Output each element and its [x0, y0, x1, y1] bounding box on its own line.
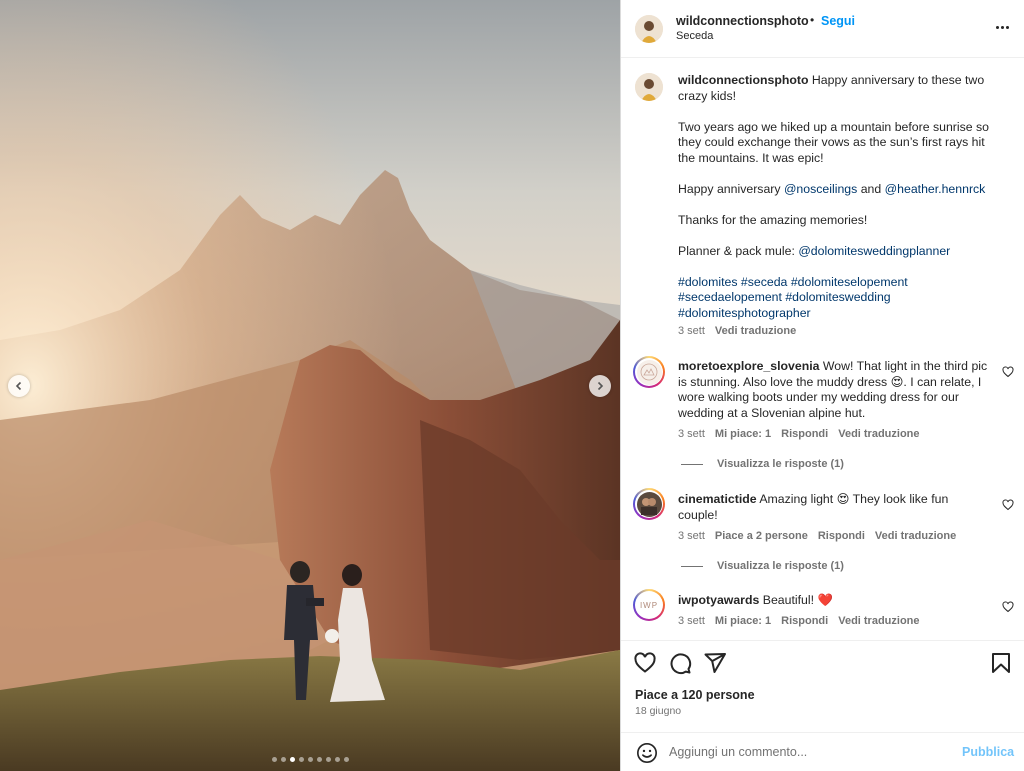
view-replies-button[interactable]: Visualizza le risposte (1): [681, 560, 844, 572]
post-date[interactable]: 18 giugno: [635, 705, 681, 717]
comment-username[interactable]: cinematictide: [678, 492, 757, 506]
comment-like-heart-icon[interactable]: [1002, 601, 1014, 613]
view-replies-label: Visualizza le risposte (1): [717, 560, 844, 572]
comment-bubble-icon[interactable]: [668, 651, 692, 675]
more-options-button[interactable]: [993, 18, 1011, 36]
comment-username[interactable]: moretoexplore_slovenia: [678, 359, 819, 373]
follow-button[interactable]: Segui: [821, 14, 855, 28]
author-username[interactable]: wildconnectionsphoto: [676, 14, 809, 28]
caption-paragraph-2: Two years ago we hiked up a mountain bef…: [678, 119, 990, 165]
chevron-left-icon: [15, 381, 22, 391]
comment-text: Beautiful! ❤️: [762, 593, 833, 607]
likes-count[interactable]: Piace a 120 persone: [635, 688, 755, 702]
mention-heather[interactable]: @heather.hennrck: [885, 182, 986, 196]
caption-translate-button[interactable]: Vedi traduzione: [715, 325, 796, 337]
caption-and-text: and: [860, 181, 882, 196]
share-send-icon[interactable]: [703, 651, 727, 675]
header-separator: •: [810, 13, 815, 27]
author-avatar-image: [635, 15, 663, 43]
view-replies-button[interactable]: Visualizza le risposte (1): [681, 458, 844, 470]
commenter-avatar[interactable]: [633, 488, 665, 520]
caption-avatar-image: [635, 73, 663, 101]
author-avatar[interactable]: [635, 15, 663, 43]
hashtag[interactable]: #dolomitesphotographer: [678, 306, 811, 320]
comment-like-heart-icon[interactable]: [1002, 366, 1014, 378]
carousel-dot: [343, 757, 349, 762]
comment-meta: 3 sett Mi piace: 1 Rispondi Vedi traduzione: [678, 615, 930, 627]
comment-time[interactable]: 3 sett: [678, 428, 705, 440]
caption-anniversary-text: Happy anniversary: [678, 181, 781, 196]
carousel-dot: [289, 757, 295, 762]
caption-paragraph-4: Thanks for the amazing memories!: [678, 212, 868, 227]
wedding-photo: [0, 0, 620, 771]
commenter-avatar-image: [636, 359, 662, 385]
comment-time[interactable]: 3 sett: [678, 615, 705, 627]
caption-planner-text: Planner & pack mule:: [678, 243, 795, 258]
post-location[interactable]: Seceda: [676, 30, 713, 42]
mountain-logo-icon: [640, 363, 658, 381]
reply-button[interactable]: Rispondi: [781, 428, 828, 440]
reply-button[interactable]: Rispondi: [781, 615, 828, 627]
comment-meta: 3 sett Mi piace: 1 Rispondi Vedi traduzione: [678, 428, 930, 440]
caption-text: wildconnectionsphoto Happy anniversary t…: [678, 73, 1003, 321]
hashtag[interactable]: #dolomiteselopement: [791, 275, 908, 289]
publish-button[interactable]: Pubblica: [962, 745, 1014, 759]
comment-likes[interactable]: Mi piace: 1: [715, 428, 771, 440]
comment-body: moretoexplore_slovenia Wow! That light i…: [678, 359, 988, 421]
save-bookmark-icon[interactable]: [989, 651, 1013, 675]
post-side-panel: wildconnectionsphoto • Segui Seceda wild…: [620, 0, 1024, 771]
chevron-right-icon: [597, 381, 604, 391]
comment-likes[interactable]: Piace a 2 persone: [715, 530, 808, 542]
hashtag[interactable]: #seceda: [741, 275, 788, 289]
like-heart-icon[interactable]: [633, 651, 657, 675]
add-comment-bar: Pubblica: [621, 732, 1024, 771]
previous-slide-button[interactable]: [8, 375, 30, 397]
caption-author-avatar[interactable]: [635, 73, 663, 101]
next-slide-button[interactable]: [589, 375, 611, 397]
post-dialog: wildconnectionsphoto • Segui Seceda wild…: [0, 0, 1024, 771]
carousel-dot: [316, 757, 322, 762]
emoji-icon[interactable]: [636, 742, 658, 764]
carousel-dot: [325, 757, 331, 762]
hashtags-line-2: #secedaelopement #dolomiteswedding: [678, 290, 1003, 306]
comments-scroll-area[interactable]: wildconnectionsphoto Happy anniversary t…: [621, 58, 1024, 640]
commenter-avatar-image: IWP: [636, 592, 662, 618]
carousel-dot: [307, 757, 313, 762]
mention-nosceilings[interactable]: @nosceilings: [784, 182, 857, 196]
comment-like-heart-icon[interactable]: [1002, 499, 1014, 511]
hashtags-line-3: #dolomitesphotographer: [678, 306, 1003, 322]
post-header: wildconnectionsphoto • Segui Seceda: [621, 0, 1024, 58]
commenter-avatar[interactable]: IWP: [633, 589, 665, 621]
carousel-dot: [298, 757, 304, 762]
mention-planner[interactable]: @dolomitesweddingplanner: [798, 244, 950, 258]
carousel-dot: [280, 757, 286, 762]
caption-time[interactable]: 3 sett: [678, 325, 705, 337]
more-horizontal-icon: [995, 25, 999, 29]
translate-button[interactable]: Vedi traduzione: [875, 530, 956, 542]
comment-meta: 3 sett Piace a 2 persone Rispondi Vedi trad…: [678, 530, 966, 542]
hashtag[interactable]: #dolomiteswedding: [785, 290, 890, 304]
caption-username[interactable]: wildconnectionsphoto: [678, 73, 808, 87]
post-actions: Piace a 120 persone 18 giugno: [621, 640, 1024, 726]
comment-body: iwpotyawards Beautiful! ❤️: [678, 593, 988, 609]
commenter-avatar-image: [636, 491, 662, 517]
comment-likes[interactable]: Mi piace: 1: [715, 615, 771, 627]
carousel-indicator: [0, 757, 620, 762]
post-media[interactable]: [0, 0, 620, 771]
reply-button[interactable]: Rispondi: [818, 530, 865, 542]
comment-input[interactable]: [669, 742, 949, 762]
view-replies-label: Visualizza le risposte (1): [717, 458, 844, 470]
comment-time[interactable]: 3 sett: [678, 530, 705, 542]
comment-body: cinematictide Amazing light 😍 They look …: [678, 492, 988, 523]
hashtag[interactable]: #secedaelopement: [678, 290, 782, 304]
carousel-dot: [334, 757, 340, 762]
hashtag[interactable]: #dolomites: [678, 275, 737, 289]
translate-button[interactable]: Vedi traduzione: [838, 428, 919, 440]
caption-meta: 3 sett Vedi traduzione: [678, 325, 806, 337]
translate-button[interactable]: Vedi traduzione: [838, 615, 919, 627]
comment-username[interactable]: iwpotyawards: [678, 593, 759, 607]
hashtags-line-1: #dolomites #seceda #dolomiteselopement: [678, 275, 1003, 291]
commenter-avatar[interactable]: [633, 356, 665, 388]
carousel-dot: [271, 757, 277, 762]
